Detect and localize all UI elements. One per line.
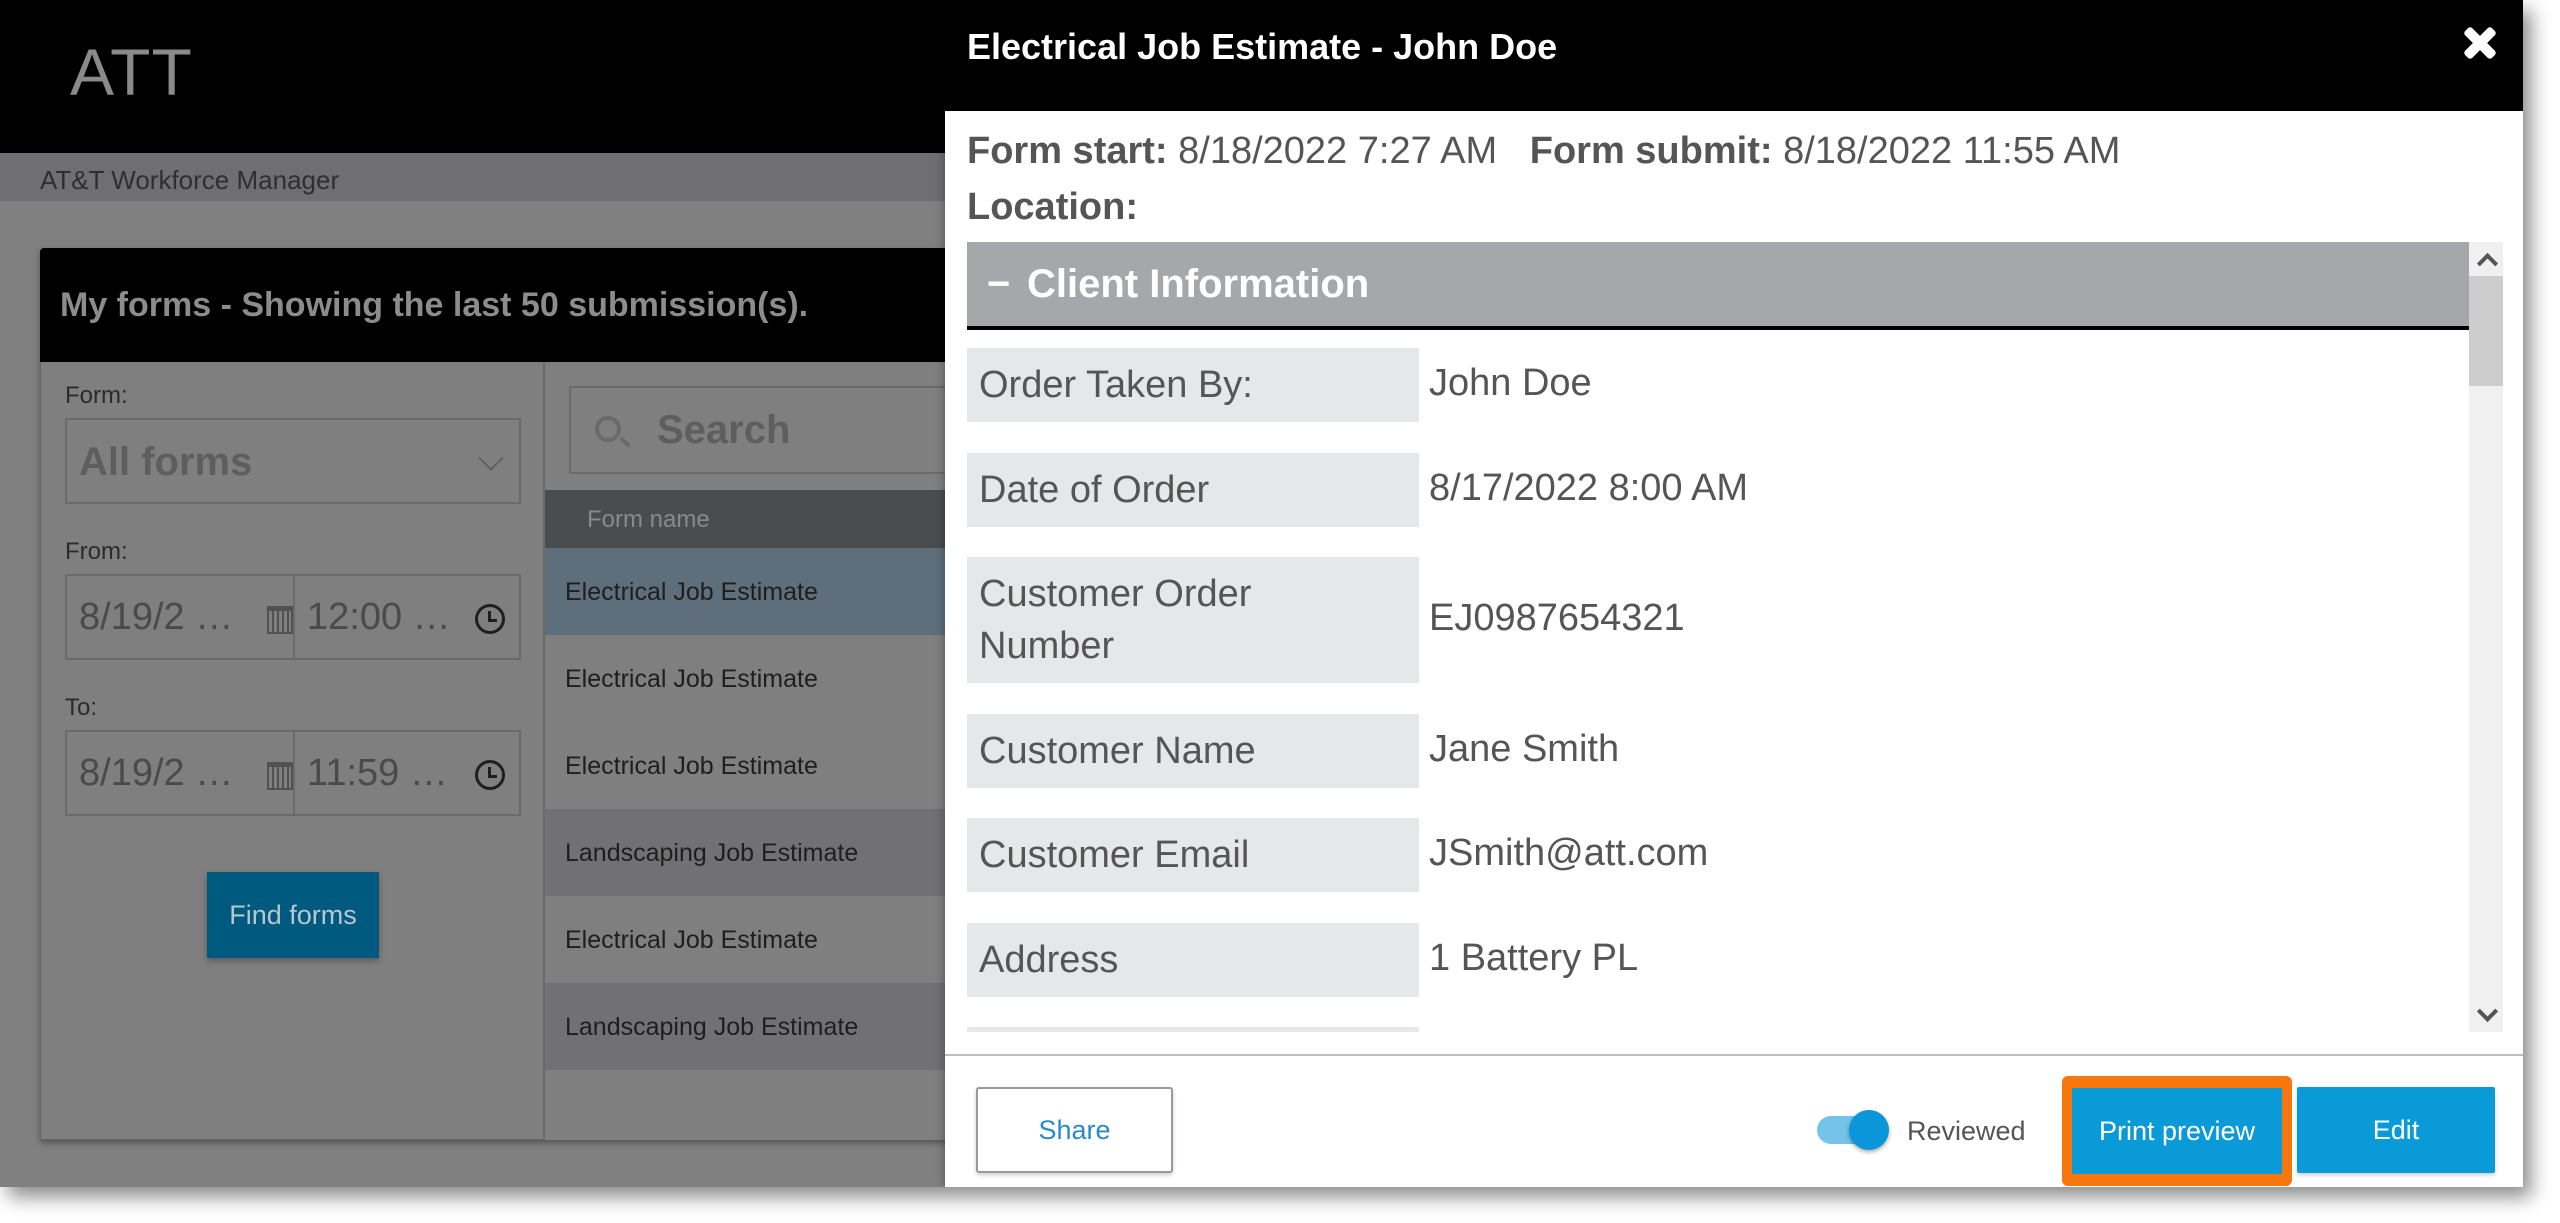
share-button[interactable]: Share <box>976 1087 1173 1173</box>
to-date-value: 8/19/2 … <box>79 752 234 794</box>
field-label: Order Taken By: <box>967 348 1419 422</box>
field-row: Order Taken By: John Doe <box>967 348 2469 422</box>
app-subtitle: AT&T Workforce Manager <box>40 165 340 195</box>
chevron-down-icon <box>478 445 504 471</box>
field-label: Customer Name <box>967 714 1419 788</box>
field-label: Address <box>967 923 1419 997</box>
print-preview-highlight: Print preview <box>2062 1076 2292 1186</box>
collapse-icon[interactable]: − <box>987 262 1010 307</box>
modal-header: Electrical Job Estimate - John Doe <box>945 0 2523 111</box>
clock-icon[interactable] <box>475 604 505 634</box>
column-header-form-name[interactable]: Form name <box>587 506 710 534</box>
from-datetime: 8/19/2 … 12:00 … <box>65 574 521 660</box>
reviewed-toggle[interactable] <box>1817 1110 1889 1150</box>
to-time-value: 11:59 … <box>307 752 448 794</box>
from-time-value: 12:00 … <box>307 596 451 638</box>
to-date-input[interactable]: 8/19/2 … <box>67 732 293 814</box>
field-value: EJ0987654321 <box>1429 597 1685 639</box>
field-label <box>967 1027 1419 1032</box>
form-content-scroll-area: − Client Information Order Taken By: Joh… <box>967 242 2505 1032</box>
form-select-value: All forms <box>79 440 253 484</box>
scroll-up-icon[interactable] <box>2469 242 2503 276</box>
reviewed-label: Reviewed <box>1907 1116 2026 1146</box>
scroll-down-icon[interactable] <box>2469 998 2503 1032</box>
form-submit-label: Form submit: <box>1529 130 1773 172</box>
field-row: Date of Order 8/17/2022 8:00 AM <box>967 453 2469 527</box>
brand-logo: ATT <box>70 35 193 109</box>
row-form-name: Electrical Job Estimate <box>565 578 818 606</box>
form-start-label: Form start: <box>967 130 1168 172</box>
field-value: Jane Smith <box>1429 728 1620 770</box>
find-forms-button[interactable]: Find forms <box>207 872 379 958</box>
row-form-name: Landscaping Job Estimate <box>565 839 859 867</box>
from-time-input[interactable]: 12:00 … <box>293 576 519 658</box>
row-form-name: Electrical Job Estimate <box>565 752 818 780</box>
form-detail-modal: Electrical Job Estimate - John Doe Form … <box>945 0 2523 1187</box>
to-datetime: 8/19/2 … 11:59 … <box>65 730 521 816</box>
field-label: Customer Email <box>967 818 1419 892</box>
form-submit-value: 8/18/2022 11:55 AM <box>1783 130 2121 172</box>
scrollbar-thumb[interactable] <box>2469 276 2503 386</box>
field-row: Address 1 Battery PL <box>967 923 2469 997</box>
to-label: To: <box>65 694 98 721</box>
field-label: Date of Order <box>967 453 1419 527</box>
calendar-icon[interactable] <box>267 762 293 790</box>
field-value: John Doe <box>1429 362 1592 404</box>
form-start-value: 8/18/2022 7:27 AM <box>1178 130 1498 172</box>
form-select[interactable]: All forms <box>65 418 521 504</box>
to-time-input[interactable]: 11:59 … <box>293 732 519 814</box>
form-filter-label: Form: <box>65 382 128 409</box>
modal-footer: Share Reviewed Print preview Edit <box>945 1054 2523 1187</box>
search-placeholder: Search <box>657 408 791 452</box>
app-window: ATT AT&T Workforce Manager My forms - Sh… <box>0 0 2523 1187</box>
from-date-value: 8/19/2 … <box>79 596 234 638</box>
print-preview-button[interactable]: Print preview <box>2072 1088 2282 1174</box>
filter-sidebar: Form: All forms From: 8/19/2 … 12:00 … T… <box>40 362 545 1140</box>
field-row: Customer Name Jane Smith <box>967 714 2469 788</box>
search-icon <box>595 416 621 442</box>
row-form-name: Landscaping Job Estimate <box>565 1013 859 1041</box>
section-title: Client Information <box>1027 262 1370 306</box>
forms-panel-title: My forms - Showing the last 50 submissio… <box>60 286 809 324</box>
clock-icon[interactable] <box>475 760 505 790</box>
field-label: Customer Order Number <box>967 557 1419 683</box>
toggle-knob <box>1849 1110 1889 1150</box>
from-label: From: <box>65 538 128 565</box>
field-value: JSmith@att.com <box>1429 832 1709 874</box>
field-row: Customer Email JSmith@att.com <box>967 818 2469 892</box>
field-value: 1 Battery PL <box>1429 937 1639 979</box>
field-row-partial <box>967 1027 2469 1032</box>
row-form-name: Electrical Job Estimate <box>565 926 818 954</box>
from-date-input[interactable]: 8/19/2 … <box>67 576 293 658</box>
modal-title: Electrical Job Estimate - John Doe <box>967 26 1558 67</box>
vertical-scrollbar[interactable] <box>2469 242 2503 1032</box>
row-form-name: Electrical Job Estimate <box>565 665 818 693</box>
calendar-icon[interactable] <box>267 606 293 634</box>
location-label: Location: <box>967 186 1138 228</box>
section-header-client-information[interactable]: − Client Information <box>967 242 2469 330</box>
edit-button[interactable]: Edit <box>2297 1087 2495 1173</box>
close-icon[interactable] <box>2457 20 2503 66</box>
field-value: 8/17/2022 8:00 AM <box>1429 467 1749 509</box>
form-timestamps: Form start: 8/18/2022 7:27 AM Form submi… <box>967 130 2120 173</box>
field-row: Customer Order Number EJ0987654321 <box>967 557 2469 683</box>
